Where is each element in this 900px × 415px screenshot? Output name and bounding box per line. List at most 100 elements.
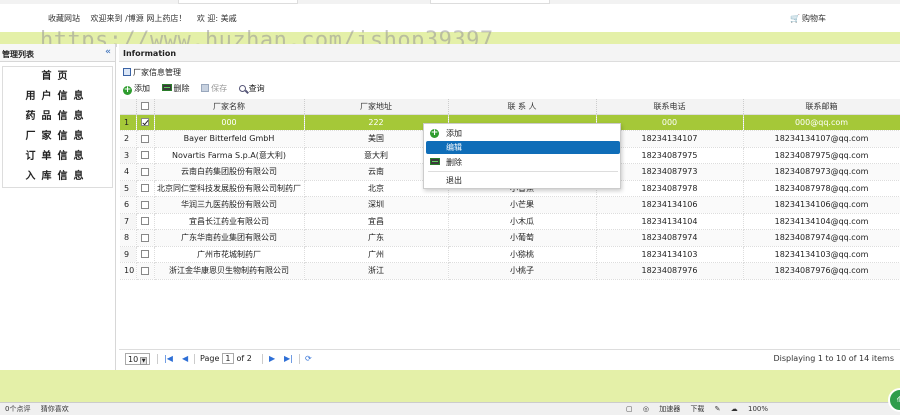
row-number: 4 <box>120 163 137 181</box>
status-icon-cloud[interactable]: ☁ <box>731 405 738 413</box>
row-checkbox-box[interactable] <box>141 200 149 209</box>
accelerator-label[interactable]: 加速器 <box>659 405 680 413</box>
table-row[interactable]: 9 广州市花城制药厂 广州 小猕桃 18234134103 18234134103@qq.… <box>120 246 900 263</box>
column-header-phone[interactable]: 联系电话 <box>596 99 744 115</box>
next-page-icon[interactable]: ▶ <box>269 350 275 368</box>
add-icon: + <box>123 85 132 95</box>
cart-link[interactable]: 🛒 购物车 <box>790 13 826 24</box>
panel-icon <box>123 68 131 76</box>
cell-name: 000 <box>154 114 305 131</box>
recommend-link[interactable]: 猜你喜欢 <box>41 405 69 413</box>
pager-divider <box>299 354 300 364</box>
cell-address: 浙江 <box>304 262 449 280</box>
cell-contact: 小芒果 <box>448 196 597 214</box>
context-menu-exit[interactable]: 退出 <box>426 174 620 187</box>
delete-label: 删除 <box>173 84 190 93</box>
page-indicator: Page 1 of 2 <box>200 350 252 368</box>
search-button[interactable]: 查询 <box>238 82 265 96</box>
row-checkbox-box[interactable] <box>141 266 149 275</box>
column-header-contact[interactable]: 联 系 人 <box>448 99 597 115</box>
sidebar-item-home[interactable]: 首页 <box>3 67 112 87</box>
sidebar-item-users[interactable]: 用户信息 <box>3 87 112 107</box>
footer-band <box>0 370 900 402</box>
add-button[interactable]: + 添加 <box>123 82 150 96</box>
save-label: 保存 <box>211 84 228 93</box>
pager-divider <box>262 354 263 364</box>
user-greeting: 欢 迎: 美戚 <box>196 14 237 23</box>
row-number: 10 <box>120 262 137 280</box>
row-checkbox[interactable] <box>136 114 155 131</box>
cell-address: 广东 <box>304 229 449 247</box>
page-of-label: of 2 <box>236 354 252 363</box>
zoom-level[interactable]: 100% <box>748 405 768 413</box>
first-page-icon[interactable]: |◀ <box>164 350 173 368</box>
delete-icon <box>161 84 172 91</box>
row-checkbox[interactable] <box>136 147 155 164</box>
row-checkbox-box[interactable] <box>141 151 149 160</box>
prev-page-icon[interactable]: ◀ <box>182 350 188 368</box>
sidebar-item-stock[interactable]: 入库信息 <box>3 167 112 187</box>
comment-count[interactable]: 0个点评 <box>5 405 30 413</box>
cell-name: Bayer Bitterfeld GmbH <box>154 130 305 148</box>
pager-divider <box>194 354 195 364</box>
sidebar-item-drugs[interactable]: 药品信息 <box>3 107 112 127</box>
row-number: 9 <box>120 246 137 263</box>
status-left: 0个点评 猜你喜欢 <box>5 403 69 415</box>
collapse-icon[interactable]: « <box>105 47 111 57</box>
status-icon-pen[interactable]: ✎ <box>715 405 721 413</box>
row-checkbox[interactable] <box>136 229 155 247</box>
pager-divider <box>157 354 158 364</box>
save-button[interactable]: 保存 <box>201 82 227 96</box>
cell-contact: 小葡萄 <box>448 229 597 247</box>
page-size-select[interactable]: 10 ▼ <box>125 353 151 365</box>
table-row[interactable]: 7 宜昌长江药业有限公司 宜昌 小木瓜 18234134104 18234134104@q… <box>120 213 900 230</box>
sidebar-menu: 首页 用户信息 药品信息 厂家信息 订单信息 入库信息 <box>2 66 113 188</box>
table-row[interactable]: 10 浙江金华康恩贝生物制药有限公司 浙江 小桃子 18234087976 1823408… <box>120 262 900 280</box>
cell-email: 18234134106@qq.com <box>743 196 900 214</box>
context-menu-delete[interactable]: 删除 <box>426 156 620 169</box>
page-number-input[interactable]: 1 <box>221 353 234 364</box>
cell-contact: 小猕桃 <box>448 246 597 263</box>
row-checkbox[interactable] <box>136 163 155 181</box>
row-checkbox-box[interactable] <box>141 184 149 193</box>
status-icon-window[interactable]: ▢ <box>626 405 633 413</box>
select-all-header[interactable] <box>136 99 155 115</box>
sidebar-item-manufacturers[interactable]: 厂家信息 <box>3 127 112 147</box>
cell-email: 18234087975@qq.com <box>743 147 900 164</box>
row-checkbox-box[interactable] <box>141 233 149 242</box>
table-row[interactable]: 8 广东华南药业集团有限公司 广东 小葡萄 18234087974 18234087974… <box>120 229 900 247</box>
context-menu-edit[interactable]: 编辑 <box>426 141 620 154</box>
delete-button[interactable]: 删除 <box>161 82 190 96</box>
status-icon-share[interactable]: ◎ <box>643 405 649 413</box>
download-label[interactable]: 下载 <box>690 405 704 413</box>
row-checkbox[interactable] <box>136 196 155 214</box>
row-checkbox-box[interactable] <box>141 217 149 226</box>
sidebar-title: 管理列表 <box>2 50 34 59</box>
row-checkbox[interactable] <box>136 213 155 230</box>
table-row[interactable]: 6 华润三九医药股份有限公司 深圳 小芒果 18234134106 18234134106… <box>120 196 900 214</box>
row-checkbox-box[interactable] <box>141 134 149 143</box>
cell-email: 18234087976@qq.com <box>743 262 900 280</box>
refresh-icon[interactable]: ⟳ <box>305 350 312 368</box>
row-checkbox-box[interactable] <box>141 167 149 176</box>
select-all-checkbox[interactable] <box>141 102 149 111</box>
column-header-email[interactable]: 联系邮箱 <box>743 99 900 115</box>
row-checkbox[interactable] <box>136 246 155 263</box>
row-checkbox[interactable] <box>136 130 155 148</box>
row-checkbox-box[interactable] <box>141 250 149 259</box>
row-number: 8 <box>120 229 137 247</box>
add-label: 添加 <box>134 84 150 93</box>
favorite-link[interactable]: 收藏网站 <box>48 14 80 23</box>
column-header-name[interactable]: 厂家名称 <box>154 99 305 115</box>
cell-email: 18234087974@qq.com <box>743 229 900 247</box>
last-page-icon[interactable]: ▶| <box>284 350 293 368</box>
sidebar-item-orders[interactable]: 订单信息 <box>3 147 112 167</box>
cart-icon: 🛒 <box>790 14 800 23</box>
row-number: 7 <box>120 213 137 230</box>
row-checkbox[interactable] <box>136 180 155 197</box>
row-checkbox-box[interactable] <box>141 118 149 127</box>
page-size-value: 10 <box>128 355 139 364</box>
column-header-address[interactable]: 厂家地址 <box>304 99 449 115</box>
context-menu-add[interactable]: + 添加 <box>426 127 620 140</box>
row-checkbox[interactable] <box>136 262 155 280</box>
